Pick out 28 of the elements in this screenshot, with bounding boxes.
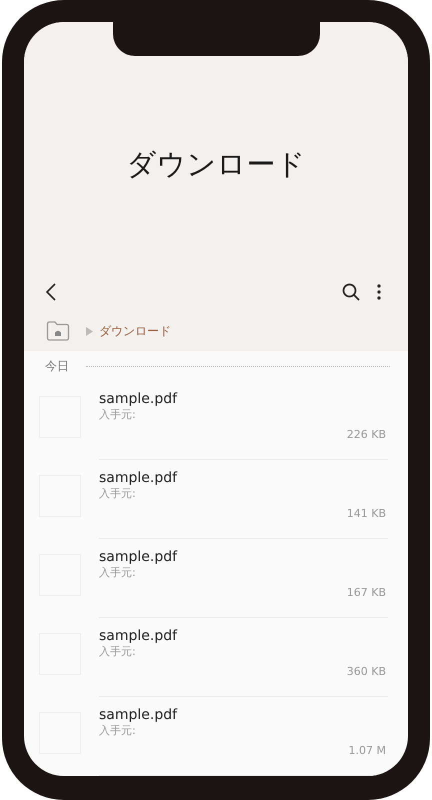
page-title: ダウンロード [126,146,306,183]
file-name: sample.pdf [99,707,178,723]
file-row[interactable]: sample.pdf 入手元: 167 KB [24,539,408,618]
file-size: 1.07 M [348,744,386,757]
file-row[interactable]: sample.pdf 入手元: 360 KB [24,618,408,697]
home-folder-icon[interactable] [46,321,70,341]
file-size: 167 KB [346,586,386,599]
file-name: sample.pdf [99,628,178,644]
file-size: 226 KB [346,428,386,441]
file-source: 入手元: [99,723,136,738]
file-row[interactable]: sample.pdf 入手元: 1.07 M [24,697,408,776]
file-source: 入手元: [99,565,136,580]
file-name: sample.pdf [99,391,178,407]
file-size: 141 KB [346,507,386,520]
file-name: sample.pdf [99,549,178,565]
file-row[interactable]: sample.pdf 入手元: 141 KB [24,460,408,539]
breadcrumb-link[interactable]: ダウンロード [99,322,171,340]
more-icon[interactable] [377,283,381,301]
section-label: 今日 [45,358,69,375]
file-source: 入手元: [99,407,136,422]
search-icon[interactable] [341,282,361,302]
triangle-icon [86,326,93,336]
back-icon[interactable] [45,282,57,302]
file-row[interactable]: sample.pdf 入手元: 226 KB [24,381,408,460]
file-source: 入手元: [99,486,136,501]
file-source: 入手元: [99,644,136,659]
file-size: 360 KB [346,665,386,678]
file-name: sample.pdf [99,470,178,486]
